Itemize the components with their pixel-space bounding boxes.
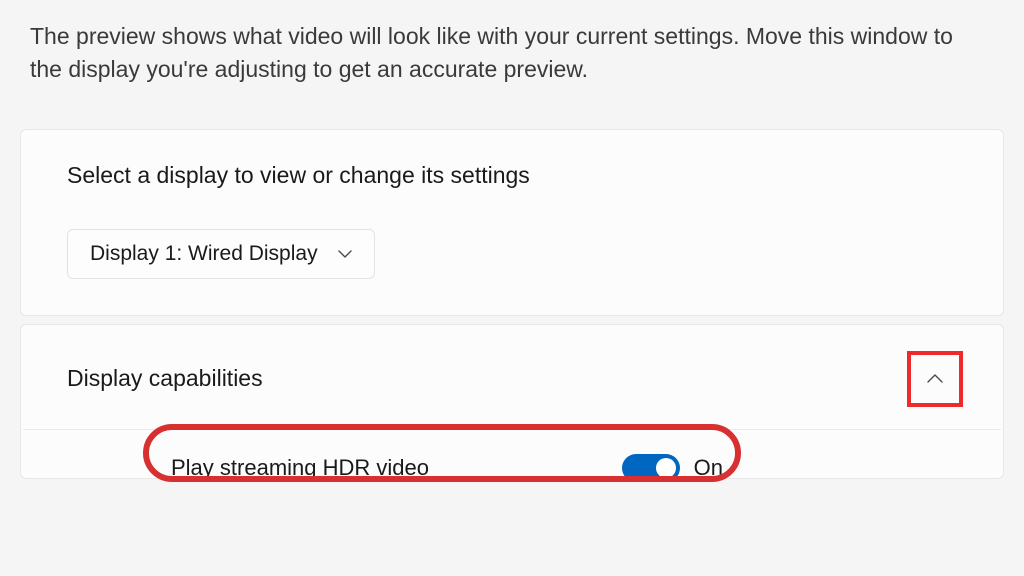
- hdr-toggle[interactable]: [622, 454, 680, 478]
- capabilities-title: Display capabilities: [67, 365, 263, 392]
- chevron-down-icon: [336, 245, 354, 263]
- collapse-button[interactable]: [913, 357, 957, 401]
- hdr-label: Play streaming HDR video: [171, 455, 429, 478]
- toggle-thumb: [656, 458, 676, 478]
- select-display-card: Select a display to view or change its s…: [20, 129, 1004, 316]
- preview-description: The preview shows what video will look l…: [20, 20, 1004, 87]
- capabilities-header[interactable]: Display capabilities: [21, 325, 1003, 429]
- display-dropdown[interactable]: Display 1: Wired Display: [67, 229, 375, 279]
- select-display-label: Select a display to view or change its s…: [67, 162, 957, 189]
- chevron-up-icon: [924, 368, 946, 390]
- hdr-toggle-state: On: [694, 455, 723, 478]
- display-dropdown-value: Display 1: Wired Display: [90, 242, 318, 266]
- display-capabilities-card: Display capabilities Play streaming HDR …: [20, 324, 1004, 479]
- hdr-row: Play streaming HDR video On: [21, 430, 1003, 478]
